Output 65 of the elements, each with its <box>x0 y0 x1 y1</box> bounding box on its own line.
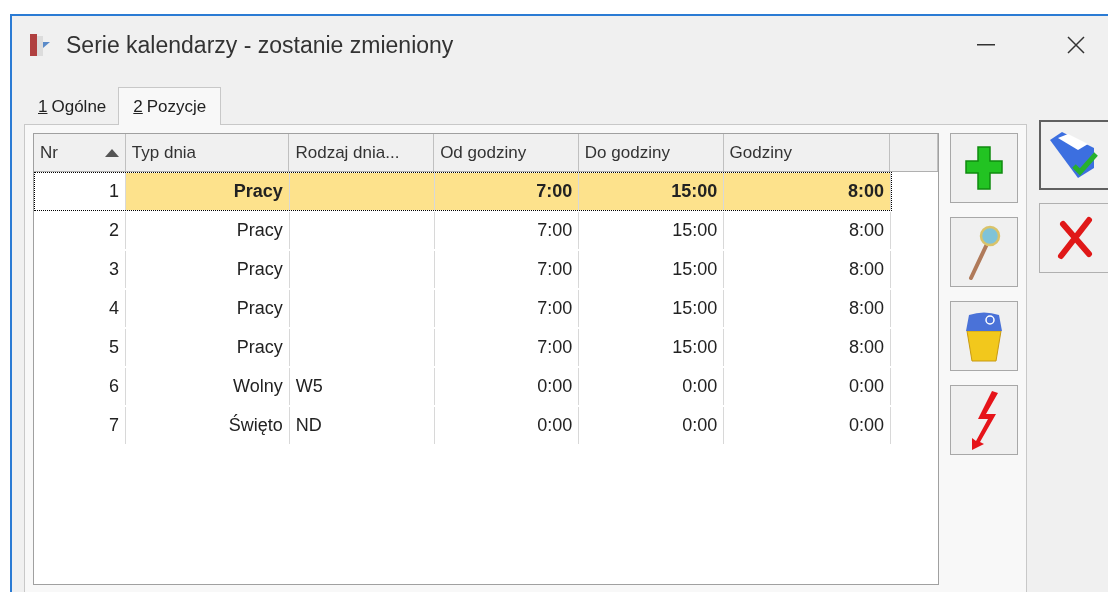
table-cell: 8:00 <box>724 173 891 210</box>
table-cell: Pracy <box>125 212 290 249</box>
table-row[interactable]: 1 Pracy 7:00 15:00 8:00 <box>34 172 892 211</box>
table-cell: 5 <box>35 329 126 366</box>
table-cell: 8:00 <box>724 329 891 366</box>
table-cell: 8:00 <box>724 251 891 288</box>
table-cell: 7:00 <box>434 212 580 249</box>
table-cell: Pracy <box>125 329 290 366</box>
column-header[interactable]: Godziny <box>723 134 891 171</box>
table-row[interactable]: 3 Pracy 7:00 15:00 8:00 <box>34 250 892 289</box>
table-cell: 0:00 <box>579 407 725 444</box>
run-button[interactable] <box>950 385 1018 455</box>
cancel-x-icon <box>1055 216 1095 260</box>
table-cell: 7 <box>35 407 126 444</box>
table-cell: 7:00 <box>434 329 580 366</box>
table-cell: 8:00 <box>724 212 891 249</box>
table-cell: Święto <box>125 407 290 444</box>
add-button[interactable] <box>950 133 1018 203</box>
table-cell: 6 <box>35 368 126 405</box>
table-row[interactable]: 7 Święto ND 0:00 0:00 0:00 <box>34 406 892 445</box>
table-cell: 15:00 <box>579 329 725 366</box>
table-cell: 7:00 <box>434 290 580 327</box>
plus-icon <box>964 145 1004 191</box>
table-cell: 0:00 <box>579 368 725 405</box>
table-cell: 15:00 <box>579 290 725 327</box>
table-cell: 7:00 <box>434 251 580 288</box>
table-cell: ND <box>289 407 435 444</box>
cancel-button[interactable] <box>1039 203 1108 273</box>
view-button[interactable] <box>950 217 1018 287</box>
table-cell: 0:00 <box>434 407 580 444</box>
table-cell: 0:00 <box>434 368 580 405</box>
table-cell: Pracy <box>125 173 290 210</box>
window-title: Serie kalendarzy - zostanie zmieniony <box>66 30 454 60</box>
column-header[interactable]: Nr <box>34 134 126 171</box>
tab[interactable]: 2 Pozycje <box>118 87 222 125</box>
close-icon <box>1067 36 1085 54</box>
table-cell: 0:00 <box>724 368 891 405</box>
table-row[interactable]: 4 Pracy 7:00 15:00 8:00 <box>34 289 892 328</box>
table-row[interactable]: 5 Pracy 7:00 15:00 8:00 <box>34 328 892 367</box>
table-cell: W5 <box>289 368 435 405</box>
column-header[interactable]: Typ dnia <box>125 134 290 171</box>
column-header[interactable]: Rodzaj dnia... <box>289 134 435 171</box>
table-cell: Wolny <box>125 368 290 405</box>
table-row[interactable]: 2 Pracy 7:00 15:00 8:00 <box>34 211 892 250</box>
calendar-app-icon <box>28 32 52 58</box>
table-cell: 2 <box>35 212 126 249</box>
table-cell: Pracy <box>125 290 290 327</box>
table-row[interactable]: 6 Wolny W5 0:00 0:00 0:00 <box>34 367 892 406</box>
column-header[interactable]: Od godziny <box>434 134 579 171</box>
column-header[interactable]: Do godziny <box>578 134 724 171</box>
table-cell: 15:00 <box>579 173 725 210</box>
table-cell: Pracy <box>125 251 290 288</box>
minimize-icon <box>977 44 995 46</box>
table-cell: 1 <box>35 173 126 210</box>
table-cell: 15:00 <box>579 251 725 288</box>
magnifier-icon <box>967 224 1001 280</box>
delete-button[interactable] <box>950 301 1018 371</box>
table-cell: 0:00 <box>724 407 891 444</box>
table-cell: 7:00 <box>434 173 580 210</box>
table-cell: 4 <box>35 290 126 327</box>
table-cell: 15:00 <box>579 212 725 249</box>
table-cell: 3 <box>35 251 126 288</box>
tab[interactable]: 1 Ogólne <box>26 90 119 124</box>
table-cell: 8:00 <box>724 290 891 327</box>
save-button[interactable] <box>1039 120 1108 190</box>
